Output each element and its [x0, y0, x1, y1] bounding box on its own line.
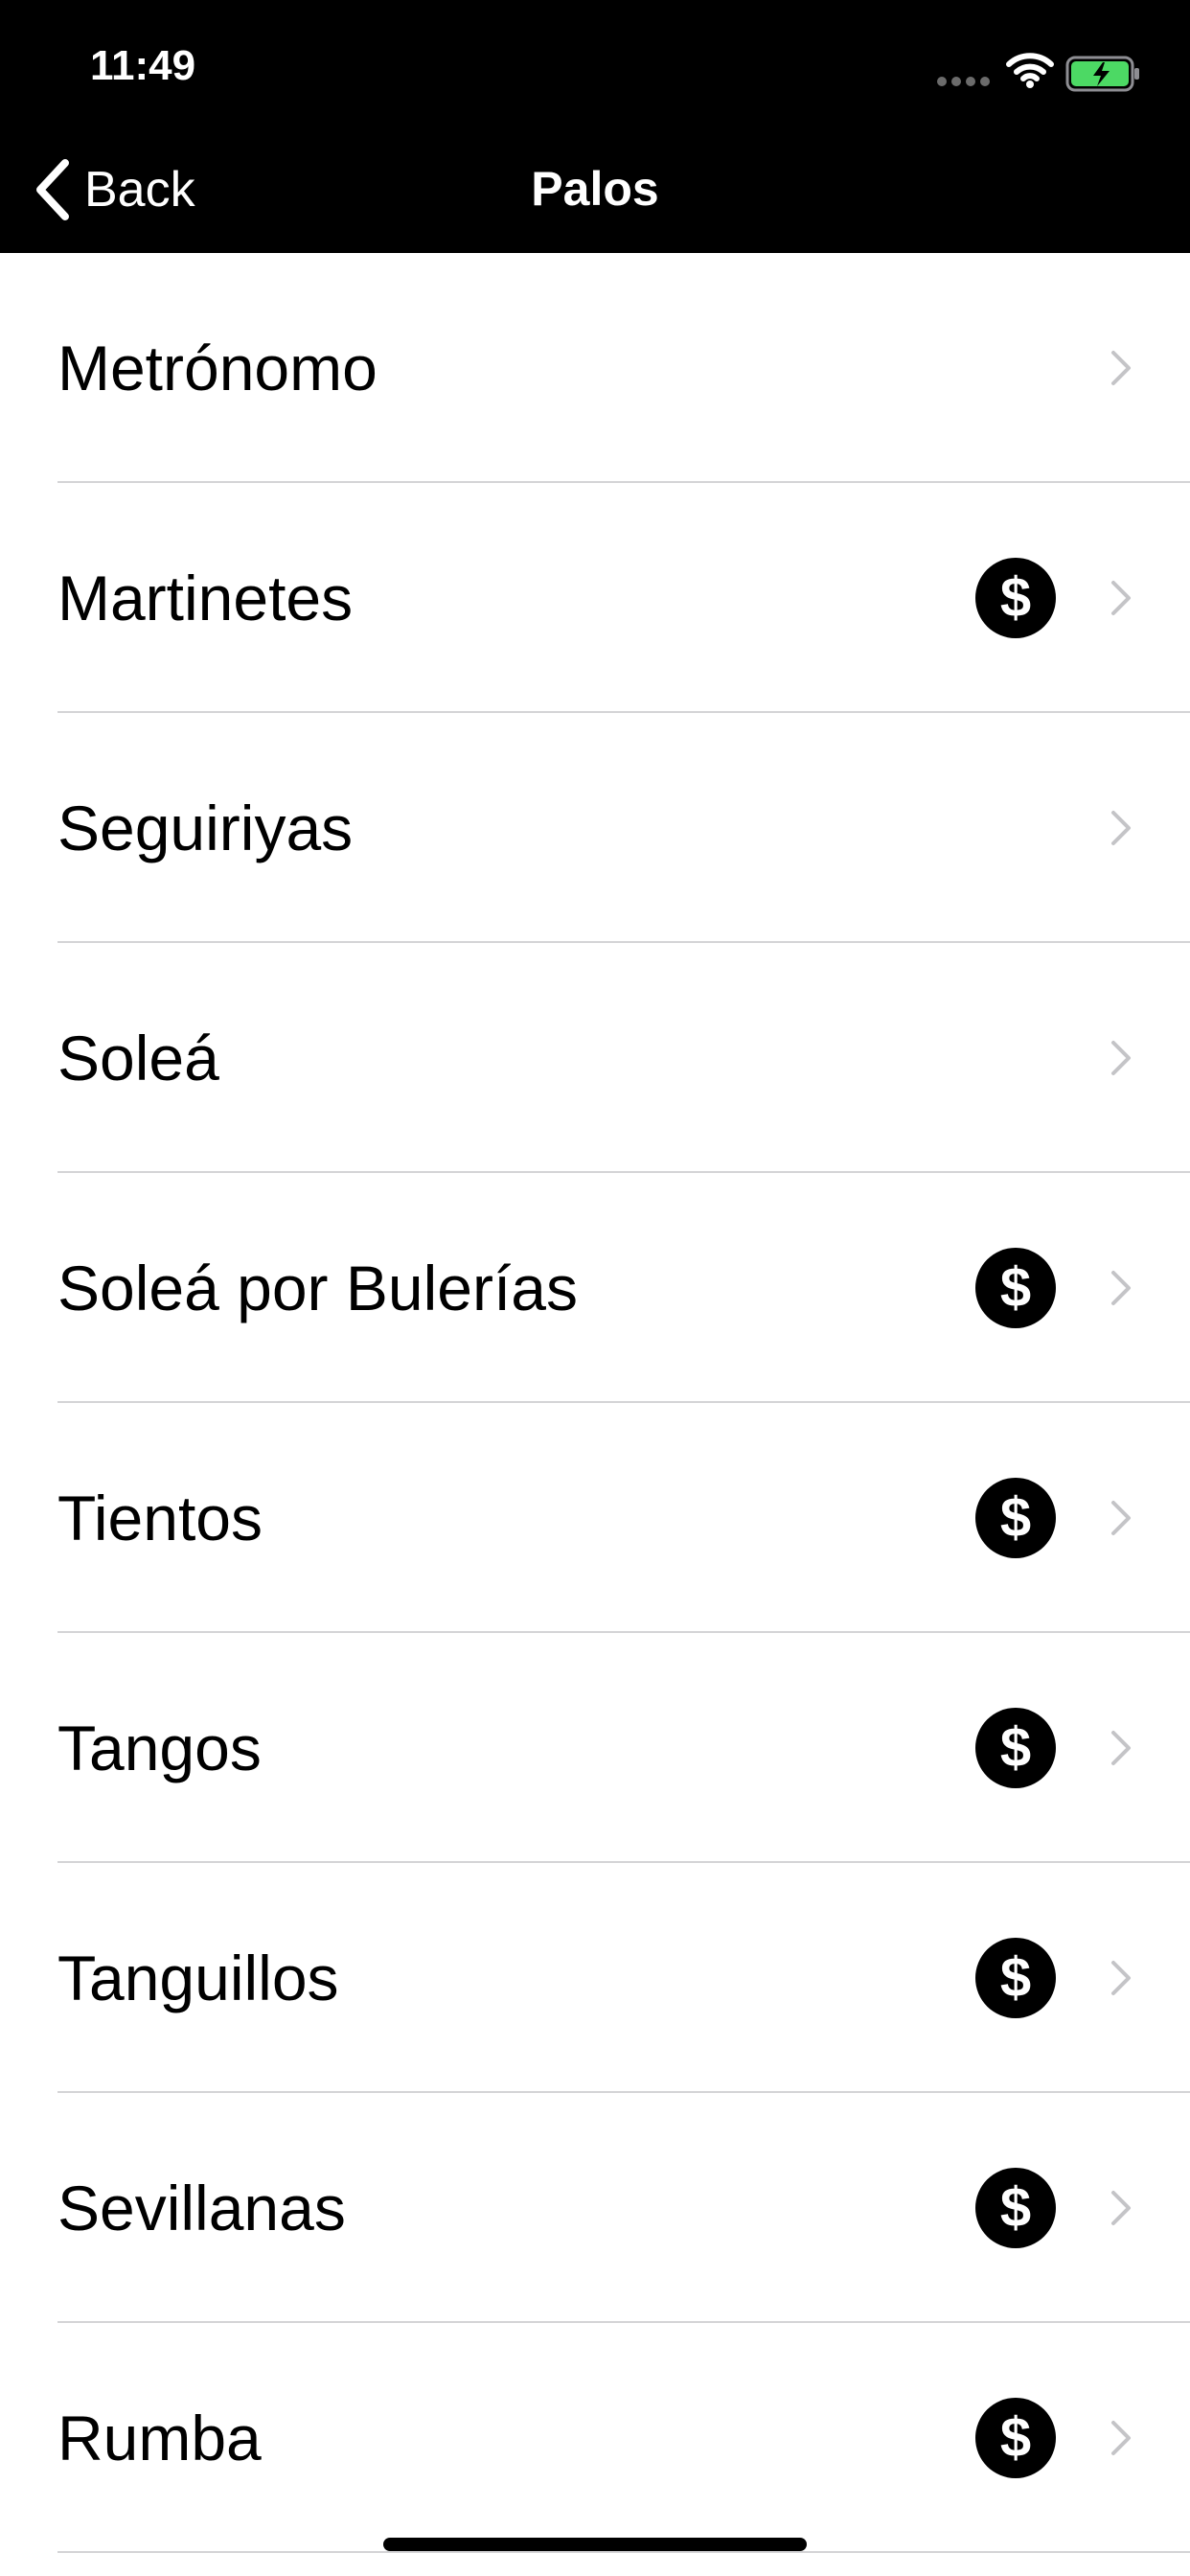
cellular-signal-icon: [937, 77, 990, 86]
chevron-right-icon: [1111, 351, 1131, 385]
list-item[interactable]: Tangos $: [0, 1633, 1190, 1863]
list-item-label: Soleá: [57, 1023, 219, 1093]
chevron-right-icon: [1111, 1731, 1131, 1765]
list-item[interactable]: Metrónomo: [0, 253, 1190, 483]
list-item-label: Tientos: [57, 1483, 263, 1553]
dollar-icon: $: [975, 1248, 1056, 1328]
chevron-right-icon: [1111, 581, 1131, 615]
home-indicator: [383, 2538, 807, 2551]
battery-charging-icon: [1065, 56, 1139, 92]
list-item[interactable]: Tientos $: [0, 1403, 1190, 1633]
chevron-right-icon: [1111, 1961, 1131, 1995]
dollar-icon: $: [975, 558, 1056, 638]
list-item-label: Rumba: [57, 2403, 262, 2473]
status-time: 11:49: [90, 42, 196, 89]
chevron-right-icon: [1111, 1271, 1131, 1305]
chevron-right-icon: [1111, 1041, 1131, 1075]
palos-list: Metrónomo Martinetes $ Seguiriyas Soleá Soleá…: [0, 253, 1190, 2553]
chevron-right-icon: [1111, 2191, 1131, 2225]
list-item[interactable]: Soleá por Bulerías $: [0, 1173, 1190, 1403]
chevron-right-icon: [1111, 811, 1131, 845]
chevron-right-icon: [1111, 2421, 1131, 2455]
list-item-label: Martinetes: [57, 563, 354, 633]
dollar-icon: $: [975, 2168, 1056, 2248]
chevron-right-icon: [1111, 1501, 1131, 1535]
list-item-label: Soleá por Bulerías: [57, 1253, 578, 1323]
list-item-label: Tangos: [57, 1713, 262, 1783]
page-title: Palos: [531, 162, 659, 216]
dollar-icon: $: [975, 2398, 1056, 2478]
dollar-icon: $: [975, 1708, 1056, 1788]
wifi-icon: [1006, 53, 1054, 88]
list-item[interactable]: Sevillanas $: [0, 2093, 1190, 2323]
dollar-icon: $: [975, 1478, 1056, 1558]
list-item-label: Seguiriyas: [57, 793, 354, 863]
list-item[interactable]: Martinetes $: [0, 483, 1190, 713]
list-item[interactable]: Rumba $: [0, 2323, 1190, 2553]
list-item-label: Sevillanas: [57, 2173, 346, 2243]
dollar-icon: $: [975, 1938, 1056, 2018]
list-item[interactable]: Seguiriyas: [0, 713, 1190, 943]
list-item[interactable]: Tanguillos $: [0, 1863, 1190, 2093]
list-item[interactable]: Soleá: [0, 943, 1190, 1173]
list-item-label: Tanguillos: [57, 1943, 339, 2013]
list-item-label: Metrónomo: [57, 333, 378, 403]
navigation-header: 11:49 Back Palos: [0, 0, 1190, 253]
